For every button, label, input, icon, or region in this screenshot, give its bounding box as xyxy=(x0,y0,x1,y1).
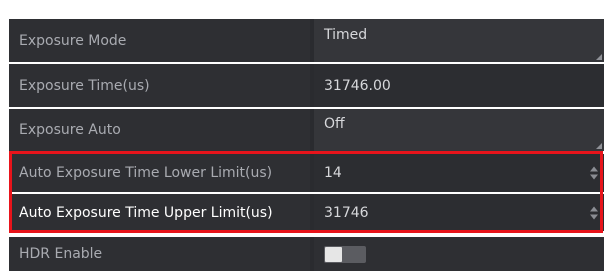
lower-limit-label: Auto Exposure Time Lower Limit(us) xyxy=(9,154,310,192)
exposure-time-value: 31746.00 xyxy=(324,77,391,94)
row-exposure-mode: Exposure Mode Timed xyxy=(9,19,604,62)
spin-up-arrow-icon[interactable] xyxy=(590,166,598,172)
hdr-enable-cell xyxy=(314,237,604,271)
row-auto-exposure-lower-limit: Auto Exposure Time Lower Limit(us) 14 xyxy=(9,154,604,192)
upper-limit-spin-buttons xyxy=(590,206,598,219)
row-hdr-enable: HDR Enable xyxy=(9,237,604,271)
exposure-auto-value: Off xyxy=(324,116,345,132)
dropdown-corner-icon xyxy=(596,54,602,60)
exposure-auto-label: Exposure Auto xyxy=(9,109,310,151)
exposure-mode-value: Timed xyxy=(324,26,368,43)
lower-limit-value: 14 xyxy=(324,165,342,181)
upper-limit-spinbox[interactable]: 31746 xyxy=(314,194,604,231)
exposure-auto-dropdown[interactable]: Off xyxy=(314,109,604,151)
row-auto-exposure-upper-limit: Auto Exposure Time Upper Limit(us) 31746 xyxy=(9,194,604,231)
upper-limit-label: Auto Exposure Time Upper Limit(us) xyxy=(9,194,310,231)
lower-limit-spin-buttons xyxy=(590,166,598,180)
exposure-time-field[interactable]: 31746.00 xyxy=(314,64,604,107)
dropdown-corner-icon xyxy=(596,143,602,149)
spin-down-arrow-icon[interactable] xyxy=(590,174,598,180)
camera-parameter-panel: Exposure Mode Timed Exposure Time(us) 31… xyxy=(0,0,608,271)
spin-up-arrow-icon[interactable] xyxy=(590,206,598,211)
upper-limit-value: 31746 xyxy=(324,204,369,221)
row-exposure-time: Exposure Time(us) 31746.00 xyxy=(9,64,604,107)
hdr-enable-toggle[interactable] xyxy=(324,245,366,263)
lower-limit-spinbox[interactable]: 14 xyxy=(314,154,604,192)
hdr-enable-label: HDR Enable xyxy=(9,237,310,271)
toggle-knob xyxy=(325,246,342,262)
exposure-time-label: Exposure Time(us) xyxy=(9,64,310,107)
exposure-mode-label: Exposure Mode xyxy=(9,19,310,62)
exposure-mode-dropdown[interactable]: Timed xyxy=(314,19,604,62)
row-exposure-auto: Exposure Auto Off xyxy=(9,109,604,151)
spin-down-arrow-icon[interactable] xyxy=(590,214,598,219)
